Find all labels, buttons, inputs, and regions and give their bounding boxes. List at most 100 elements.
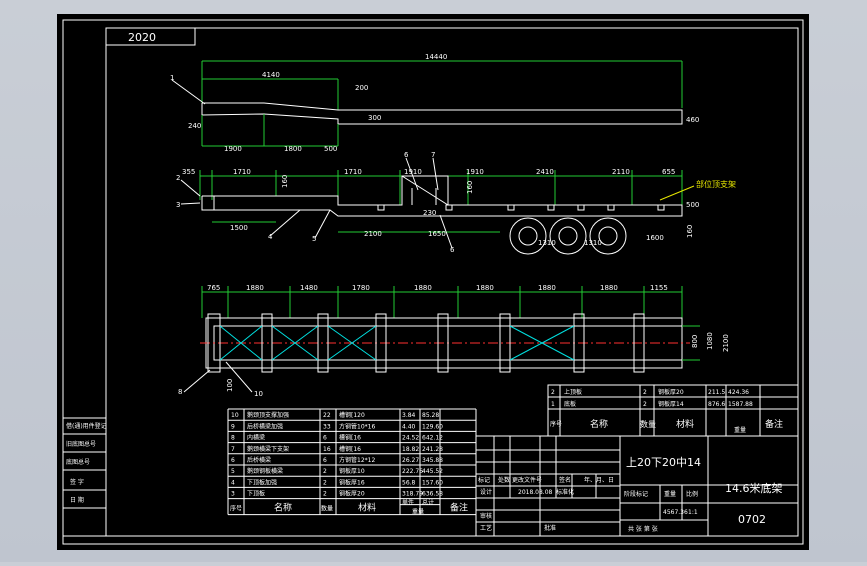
bom-top-row1-name: 上顶板	[564, 388, 582, 396]
side-dim-1910a: 1910	[404, 168, 422, 176]
bom-row-weight-single: 56.8	[402, 479, 416, 486]
plan-dim-1880e: 1880	[600, 284, 618, 292]
bom-row-material: 槽钢[16	[339, 445, 361, 453]
bom-row-material: 钢板厚16	[339, 478, 365, 486]
upper-dim-200: 200	[355, 84, 368, 92]
std-label: 标准化	[556, 488, 574, 496]
craft-label: 工艺	[480, 524, 492, 532]
side-dim-160c: 160	[686, 225, 694, 238]
side-dim-2410: 2410	[536, 168, 554, 176]
side-dim-1710b: 1710	[344, 168, 362, 176]
drawing-number: 0702	[738, 513, 766, 526]
bom-row-material: 方钢管12*12	[339, 456, 375, 464]
sheet-label: 共 张 第 张	[628, 525, 658, 533]
bom-row-name: 鹅颈顶支撑加强	[247, 411, 289, 419]
side-dim-1500: 1500	[230, 224, 248, 232]
plan-dim-1780: 1780	[352, 284, 370, 292]
drawing-title: 14.6米底架	[725, 481, 783, 495]
strip-label-1: 借(通)用件登记	[66, 422, 107, 430]
mark-label: 标记	[478, 476, 490, 484]
plan-dim-1880c: 1880	[476, 284, 494, 292]
count-label: 处数	[498, 476, 510, 484]
side-dim-1910b: 1910	[466, 168, 484, 176]
bom-top-row2-no: 1	[551, 401, 555, 408]
bom-row-weight-single: 4.40	[402, 423, 416, 430]
drawing-canvas[interactable]: 2020 14440 4140 200 300 240 1900 1800 50…	[0, 0, 867, 562]
bom-row-qty: 6	[323, 435, 327, 442]
side-dim-1710a: 1710	[233, 168, 251, 176]
scale-value: 1:1	[688, 509, 698, 516]
bom-header-material: 材料	[358, 502, 376, 514]
bom-row-no: 5	[231, 468, 235, 475]
bom-row-qty: 16	[323, 446, 331, 453]
bom-top-row2-name: 底板	[564, 400, 576, 408]
upper-dim-1900: 1900	[224, 145, 242, 153]
bom-row-qty: 2	[323, 479, 327, 486]
bom-row-name: 内横梁	[247, 434, 265, 442]
side-dim-655: 655	[662, 168, 675, 176]
bom-row-qty: 22	[323, 412, 331, 419]
bom-top-row2-w1: 876.6	[708, 401, 725, 408]
callout-2: 2	[176, 174, 180, 182]
strip-label-3: 底图总号	[66, 458, 90, 466]
date-label: 年、月、日	[584, 476, 614, 484]
bom-row-no: 3	[231, 491, 235, 498]
bom-row-weight-single: 26.27	[402, 457, 419, 464]
bom-top-row1-qty: 2	[643, 389, 647, 396]
upper-dim-4140: 4140	[262, 71, 280, 79]
bom-row-no: 9	[231, 423, 235, 430]
side-dim-160a: 160	[281, 175, 289, 188]
bom-top-row1-material: 钢板厚20	[658, 388, 684, 396]
bom-row-weight-single: 3.84	[402, 412, 416, 419]
bom-top-row1-w2: 424.36	[728, 389, 749, 396]
callout-label-7a: 6	[404, 151, 409, 159]
bom-top-row2-qty: 2	[643, 401, 647, 408]
weight-label: 重量	[664, 490, 676, 498]
bom-header-qty: 数量	[321, 505, 333, 513]
cad-viewport[interactable]: 2020 14440 4140 200 300 240 1900 1800 50…	[0, 0, 867, 562]
bom-row-material: 方钢管10*16	[339, 422, 375, 430]
plan-dim-1155: 1155	[650, 284, 668, 292]
overall-length-dim: 14440	[425, 53, 447, 61]
callout-5: 5	[312, 235, 316, 243]
change-doc-label: 更改文件号	[512, 476, 542, 484]
bom-header-single: 单件	[402, 499, 414, 507]
bom-top-header-qty: 数量	[640, 419, 656, 429]
bom-row-name: 下顶板加强	[247, 478, 277, 486]
plan-dim-1880b: 1880	[414, 284, 432, 292]
strip-label-5: 日 期	[70, 496, 84, 504]
side-dim-230: 230	[423, 209, 436, 217]
bom-top-header-remark: 备注	[765, 418, 783, 430]
callout-4: 4	[268, 233, 273, 241]
plan-dim-800: 800	[691, 335, 699, 348]
side-dim-500: 500	[686, 201, 699, 209]
plan-dim-1880d: 1880	[538, 284, 556, 292]
callout-7: 7	[431, 151, 435, 159]
bom-row-material: 钢板厚20	[339, 490, 365, 498]
bom-header-no: 序号	[230, 505, 242, 513]
upper-dim-460: 460	[686, 116, 699, 124]
upper-dim-300: 300	[368, 114, 381, 122]
bom-top-header-name: 名称	[590, 418, 608, 430]
plan-dim-1880a: 1880	[246, 284, 264, 292]
bom-top-row1-no: 2	[551, 389, 555, 396]
sign-label: 签名	[559, 476, 571, 484]
bom-header-name: 名称	[274, 502, 292, 514]
bom-header-remark: 备注	[450, 502, 468, 514]
scale-label: 比例	[686, 490, 698, 498]
bom-top-header-weight: 重量	[734, 426, 746, 434]
bom-header-weight: 重量	[412, 508, 424, 516]
bom-row-name: 鹅颈横梁下支架	[247, 445, 289, 453]
side-dim-160b: 160	[466, 181, 474, 194]
stage-label: 阶段标记	[624, 490, 648, 498]
bom-row-qty: 2	[323, 491, 327, 498]
bom-row-material: 钢板厚10	[339, 467, 365, 475]
design-label: 设计	[480, 488, 492, 496]
corner-tag: 2020	[128, 31, 156, 44]
upper-dim-240: 240	[188, 122, 201, 130]
bom-row-name: 鹅颈钢板横梁	[247, 467, 283, 475]
side-dim-1650: 1650	[428, 230, 446, 238]
strip-label-2: 旧底图总号	[66, 440, 96, 448]
bom-top-row1-w1: 211.5	[708, 389, 725, 396]
plan-dim-2100: 2100	[722, 334, 730, 352]
